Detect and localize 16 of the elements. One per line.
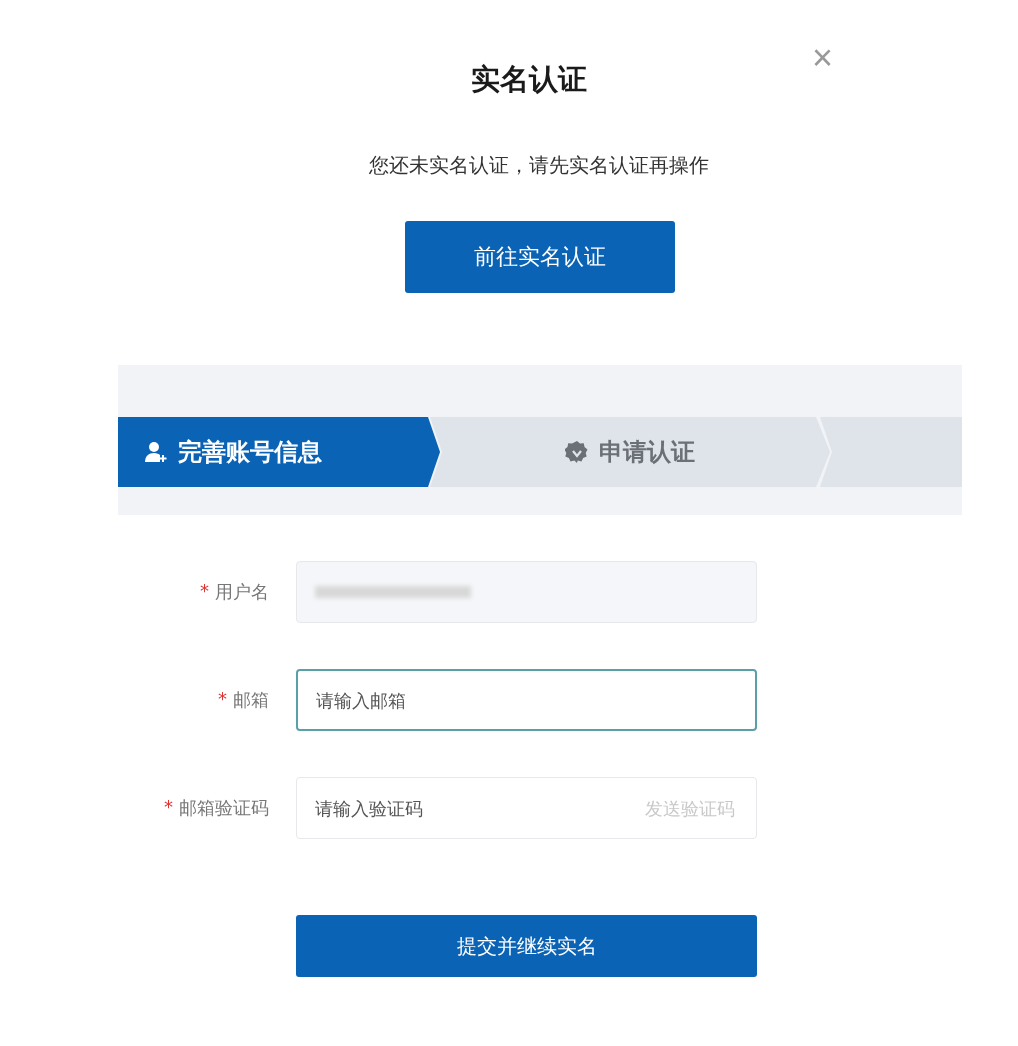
field-label: 用户名 [215,580,269,604]
step-tab[interactable]: 完善账号信息 [118,417,440,487]
step-tab[interactable]: 申请认证 [430,417,830,487]
verify-button[interactable]: 前往实名认证 [405,221,675,293]
required-mark: * [218,688,227,711]
dialog-title: 实名认证 [471,61,587,98]
field-label: 邮箱 [233,688,269,712]
field-label: 邮箱验证码 [179,796,269,820]
user-add-icon [144,440,168,464]
email-field[interactable]: 请输入邮箱 [296,669,757,731]
required-mark: * [200,580,209,603]
required-mark: * [164,796,173,819]
submit-button[interactable]: 提交并继续实名 [296,915,757,977]
badge-check-icon [565,440,589,464]
notice-message: 您还未实名认证，请先实名认证再操作 [368,152,710,179]
username-field[interactable] [296,561,757,623]
